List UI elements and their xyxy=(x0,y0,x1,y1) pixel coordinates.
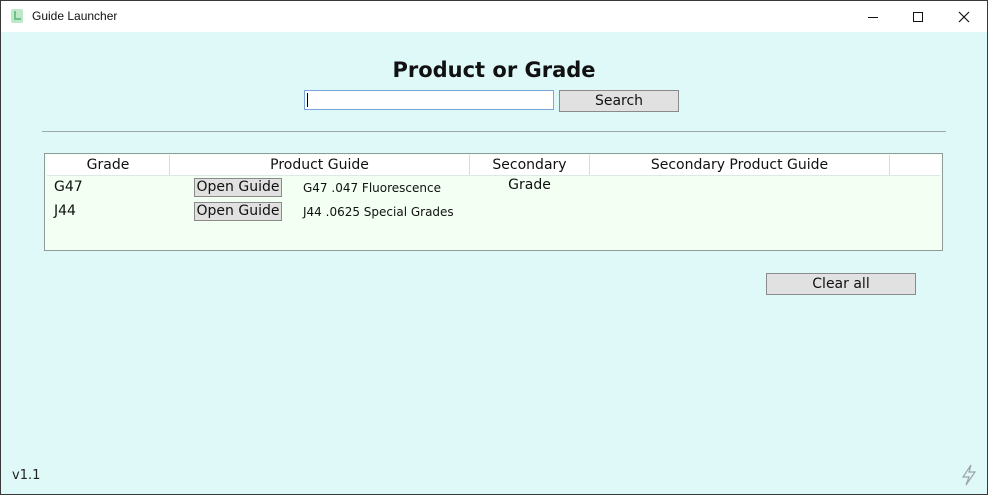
text-cursor xyxy=(307,93,308,107)
product-guide-cell: G47 .047 Fluorescence xyxy=(303,181,441,195)
column-header-grade[interactable]: Grade xyxy=(47,155,170,175)
page-title: Product or Grade xyxy=(392,58,596,82)
open-guide-button[interactable]: Open Guide xyxy=(194,178,282,197)
product-guide-cell: J44 .0625 Special Grades xyxy=(303,205,454,219)
close-button[interactable] xyxy=(941,1,987,32)
minimize-button[interactable] xyxy=(850,1,896,32)
separator xyxy=(42,131,946,132)
column-header-secondary-grade[interactable]: Secondary Grade xyxy=(470,155,590,193)
clear-all-button[interactable]: Clear all xyxy=(766,273,916,295)
app-window: Guide Launcher Product or Grade Search G… xyxy=(0,0,988,495)
grade-cell: G47 xyxy=(54,179,83,195)
results-table: Grade Product Guide Secondary Grade Seco… xyxy=(44,153,943,251)
table-row: G47 Open Guide G47 .047 Fluorescence xyxy=(45,177,940,201)
maximize-icon xyxy=(913,11,923,22)
grade-cell: J44 xyxy=(54,203,76,219)
column-header-product-guide[interactable]: Product Guide xyxy=(170,155,470,175)
minimize-icon xyxy=(868,16,878,18)
search-button[interactable]: Search xyxy=(559,90,679,112)
title-bar[interactable]: Guide Launcher xyxy=(1,1,987,32)
lightning-icon xyxy=(961,464,977,486)
search-input[interactable] xyxy=(304,90,554,110)
version-label: v1.1 xyxy=(12,468,41,483)
column-header-secondary-product-guide[interactable]: Secondary Product Guide xyxy=(590,155,890,175)
close-icon xyxy=(958,11,970,22)
app-icon xyxy=(11,9,23,23)
column-header-filler xyxy=(890,155,940,175)
window-title: Guide Launcher xyxy=(32,9,118,23)
open-guide-button[interactable]: Open Guide xyxy=(194,202,282,221)
maximize-button[interactable] xyxy=(895,1,941,32)
table-header: Grade Product Guide Secondary Grade Seco… xyxy=(47,155,940,193)
table-row: J44 Open Guide J44 .0625 Special Grades xyxy=(45,201,940,225)
